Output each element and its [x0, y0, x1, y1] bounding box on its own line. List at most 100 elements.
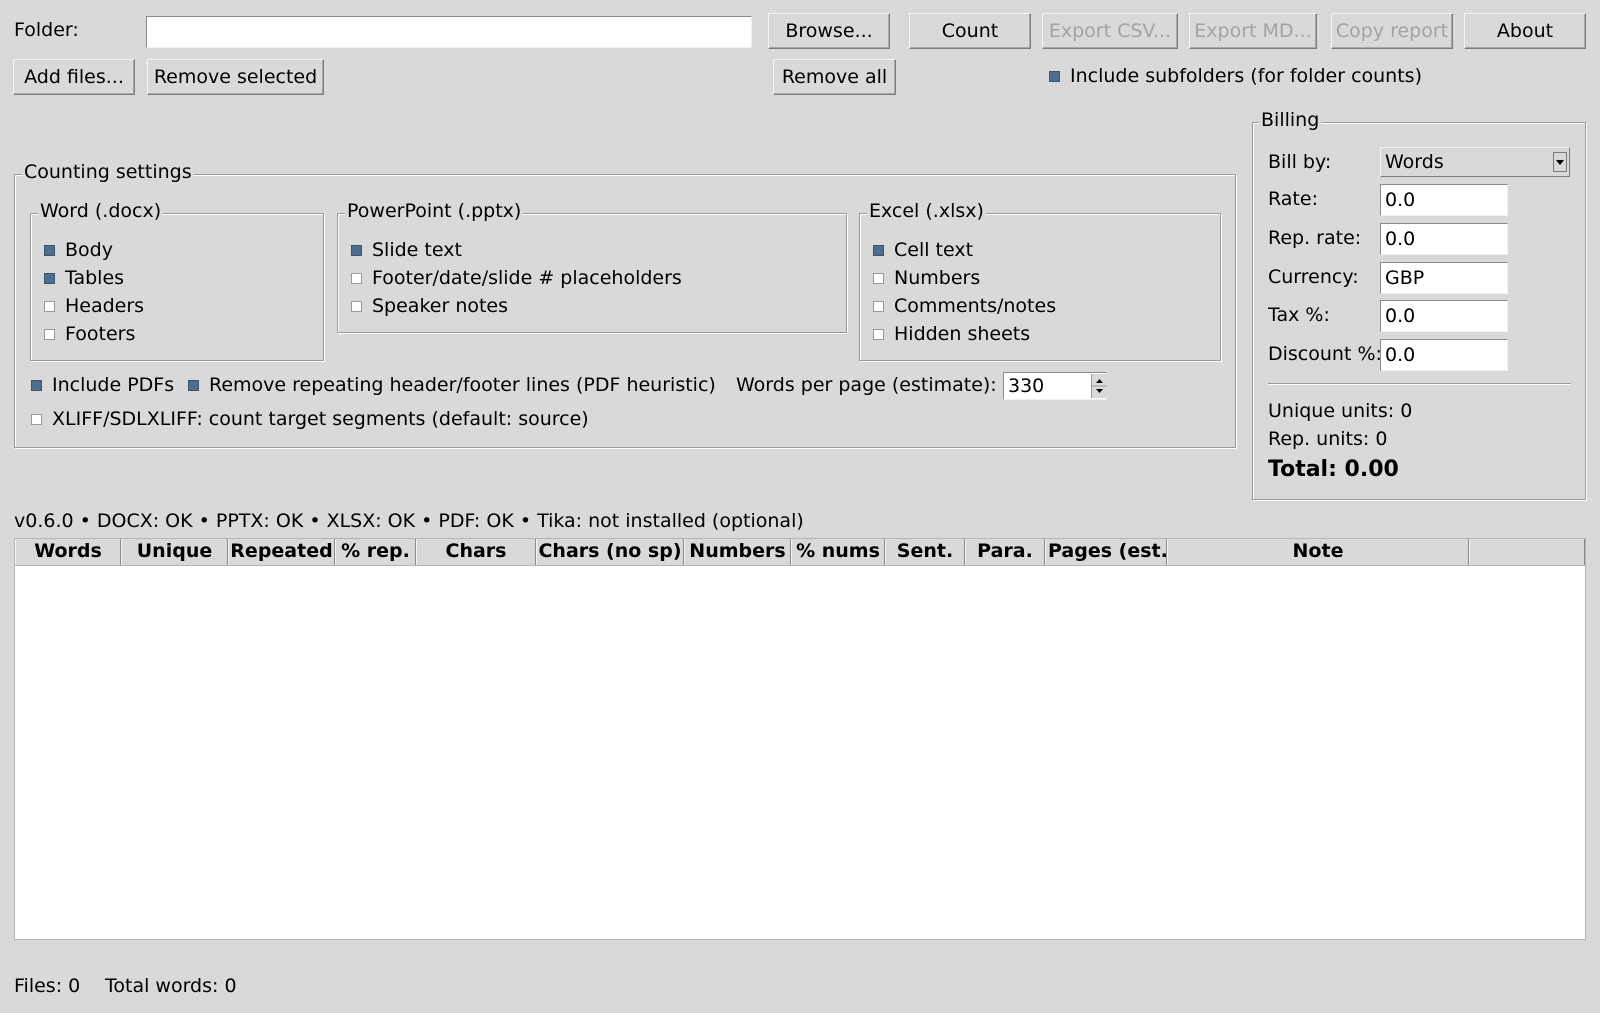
billing-title: Billing — [1259, 108, 1322, 132]
discount-label: Discount %: — [1268, 343, 1382, 365]
excel-frame-title: Excel (.xlsx) — [867, 199, 986, 223]
pptx-speaker-notes-checkbox[interactable]: Speaker notes — [351, 294, 508, 318]
words-per-page-spin-buttons[interactable] — [1091, 374, 1107, 398]
pptx-speaker-notes-label: Speaker notes — [372, 295, 509, 317]
currency-label: Currency: — [1268, 266, 1359, 288]
count-button[interactable]: Count — [909, 13, 1031, 49]
chevron-down-icon — [1556, 160, 1564, 165]
status-line: v0.6.0 • DOCX: OK • PPTX: OK • XLSX: OK … — [14, 510, 804, 532]
rate-label: Rate: — [1268, 188, 1318, 210]
pptx-slide-text-label: Slide text — [372, 239, 462, 261]
bill-by-label: Bill by: — [1268, 151, 1332, 173]
tax-label: Tax %: — [1268, 304, 1330, 326]
col-unique[interactable]: Unique — [121, 539, 228, 565]
results-table[interactable]: Words Unique Repeated % rep. Chars Chars… — [14, 538, 1586, 940]
word-body-label: Body — [65, 239, 113, 261]
results-table-header: Words Unique Repeated % rep. Chars Chars… — [15, 539, 1585, 566]
xlsx-cell-text-label: Cell text — [894, 239, 974, 261]
xlsx-hidden-sheets-checkbox[interactable]: Hidden sheets — [873, 322, 1030, 346]
tax-input[interactable]: 0.0 — [1380, 300, 1508, 332]
about-button[interactable]: About — [1464, 13, 1586, 49]
total-words: Total words: 0 — [105, 975, 237, 997]
pptx-slide-text-checkbox[interactable]: Slide text — [351, 238, 462, 262]
currency-input[interactable]: GBP — [1380, 262, 1508, 294]
remove-repeating-label: Remove repeating header/footer lines (PD… — [209, 374, 716, 396]
include-subfolders-checkbox[interactable]: Include subfolders (for folder counts) — [1049, 64, 1422, 88]
browse-button[interactable]: Browse... — [768, 13, 890, 49]
col-note[interactable]: Note — [1167, 539, 1469, 565]
xlsx-numbers-box[interactable] — [873, 272, 884, 284]
bill-by-dropdown-button[interactable] — [1553, 152, 1567, 172]
col-repeated[interactable]: Repeated — [228, 539, 335, 565]
col-numbers[interactable]: Numbers — [684, 539, 791, 565]
export-md-button[interactable]: Export MD... — [1189, 13, 1317, 49]
remove-selected-button[interactable]: Remove selected — [147, 59, 324, 95]
xlsx-numbers-checkbox[interactable]: Numbers — [873, 266, 980, 290]
remove-repeating-box[interactable] — [188, 379, 199, 391]
rep-rate-input[interactable]: 0.0 — [1380, 223, 1508, 255]
col-pct-rep[interactable]: % rep. — [335, 539, 416, 565]
copy-report-button[interactable]: Copy report — [1331, 13, 1453, 49]
bill-by-select[interactable]: Words — [1380, 147, 1570, 177]
export-csv-button[interactable]: Export CSV... — [1042, 13, 1178, 49]
word-footers-checkbox[interactable]: Footers — [44, 322, 135, 346]
xlsx-comments-box[interactable] — [873, 300, 884, 312]
word-tables-label: Tables — [65, 267, 125, 289]
xlsx-hidden-sheets-box[interactable] — [873, 328, 884, 340]
billing-separator — [1268, 383, 1571, 385]
powerpoint-frame-title: PowerPoint (.pptx) — [345, 199, 524, 223]
word-tables-checkbox[interactable]: Tables — [44, 266, 124, 290]
pptx-placeholders-label: Footer/date/slide # placeholders — [372, 267, 682, 289]
remove-repeating-checkbox[interactable]: Remove repeating header/footer lines (PD… — [188, 373, 716, 397]
word-footers-label: Footers — [65, 323, 136, 345]
counting-settings-title: Counting settings — [22, 160, 194, 184]
word-body-box[interactable] — [44, 244, 55, 256]
rep-units: Rep. units: 0 — [1268, 428, 1388, 450]
col-chars-no-sp[interactable]: Chars (no sp) — [536, 539, 684, 565]
word-headers-label: Headers — [65, 295, 145, 317]
include-pdfs-label: Include PDFs — [52, 374, 175, 396]
folder-label: Folder: — [14, 19, 79, 41]
word-body-checkbox[interactable]: Body — [44, 238, 113, 262]
remove-all-button[interactable]: Remove all — [773, 59, 896, 95]
word-tables-box[interactable] — [44, 272, 55, 284]
pptx-placeholders-box[interactable] — [351, 272, 362, 284]
xlsx-numbers-label: Numbers — [894, 267, 981, 289]
bill-by-value: Words — [1385, 151, 1444, 173]
billing-total: Total: 0.00 — [1268, 457, 1399, 482]
folder-input[interactable] — [146, 16, 752, 48]
xliff-target-box[interactable] — [31, 413, 42, 425]
unique-units: Unique units: 0 — [1268, 400, 1413, 422]
rate-input[interactable]: 0.0 — [1380, 184, 1508, 216]
word-headers-checkbox[interactable]: Headers — [44, 294, 144, 318]
xlsx-comments-checkbox[interactable]: Comments/notes — [873, 294, 1056, 318]
col-pct-nums[interactable]: % nums — [791, 539, 885, 565]
spin-arrows-icon[interactable] — [1092, 374, 1107, 398]
col-words[interactable]: Words — [15, 539, 121, 565]
col-sent[interactable]: Sent. — [885, 539, 965, 565]
xlsx-cell-text-checkbox[interactable]: Cell text — [873, 238, 973, 262]
include-subfolders-label: Include subfolders (for folder counts) — [1070, 65, 1422, 87]
include-pdfs-box[interactable] — [31, 379, 42, 391]
include-subfolders-box[interactable] — [1049, 70, 1060, 82]
col-filler — [1469, 539, 1585, 565]
discount-input[interactable]: 0.0 — [1380, 339, 1508, 371]
xlsx-comments-label: Comments/notes — [894, 295, 1057, 317]
pptx-placeholders-checkbox[interactable]: Footer/date/slide # placeholders — [351, 266, 682, 290]
pptx-speaker-notes-box[interactable] — [351, 300, 362, 312]
col-para[interactable]: Para. — [965, 539, 1045, 565]
include-pdfs-checkbox[interactable]: Include PDFs — [31, 373, 174, 397]
xliff-target-checkbox[interactable]: XLIFF/SDLXLIFF: count target segments (d… — [31, 407, 589, 431]
pptx-slide-text-box[interactable] — [351, 244, 362, 256]
word-frame-title: Word (.docx) — [38, 199, 164, 223]
col-chars[interactable]: Chars — [416, 539, 536, 565]
word-headers-box[interactable] — [44, 300, 55, 312]
word-footers-box[interactable] — [44, 328, 55, 340]
col-pages-est[interactable]: Pages (est.) — [1045, 539, 1167, 565]
add-files-button[interactable]: Add files... — [13, 59, 135, 95]
files-count: Files: 0 — [14, 975, 81, 997]
xlsx-cell-text-box[interactable] — [873, 244, 884, 256]
rep-rate-label: Rep. rate: — [1268, 227, 1362, 249]
xlsx-hidden-sheets-label: Hidden sheets — [894, 323, 1031, 345]
words-per-page-label: Words per page (estimate): — [736, 374, 997, 396]
